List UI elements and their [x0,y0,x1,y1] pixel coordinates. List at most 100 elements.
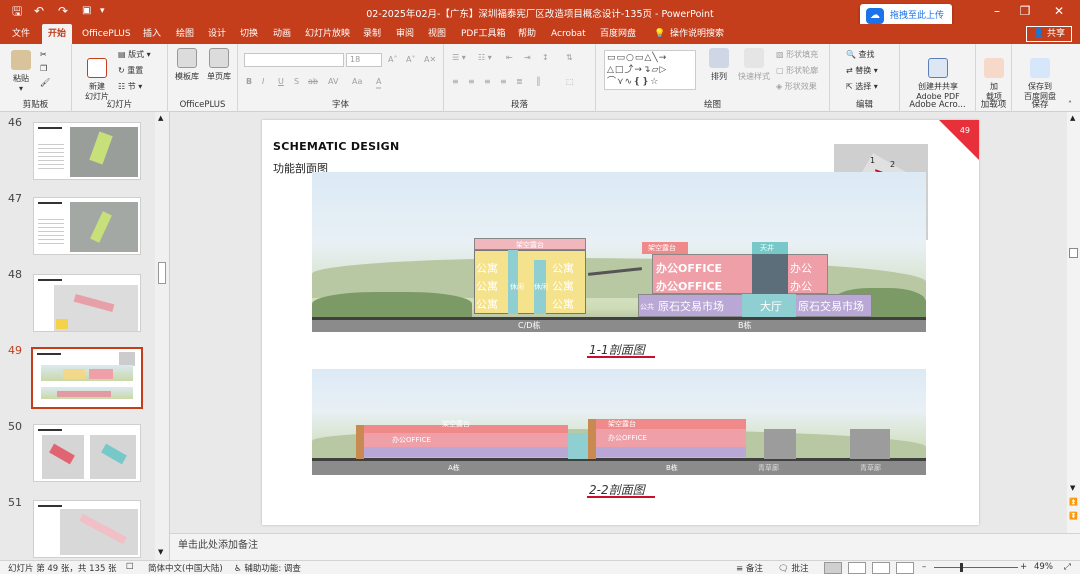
columns-icon[interactable]: ║ [536,77,541,87]
tab-help[interactable]: 帮助 [518,24,536,44]
cut-icon[interactable]: ✂ [40,50,47,60]
minimize-icon[interactable]: – [988,2,1006,20]
font-color-button[interactable]: A [376,77,382,89]
comments-button[interactable]: 🗨 批注 [778,562,809,574]
addins-button[interactable]: 加 载项 [980,48,1008,102]
indent-increase-icon[interactable]: ⇥ [524,53,531,63]
select-button[interactable]: ⇱ 选择 ▾ [846,82,878,92]
reading-view-button[interactable] [872,562,890,574]
tab-officeplus[interactable]: OfficePLUS [82,24,131,44]
clear-format-icon[interactable]: A✕ [424,55,436,65]
layout-button[interactable]: ▤ 版式 ▾ [118,50,151,60]
arrange-button[interactable]: 排列 [706,48,732,82]
reset-button[interactable]: ↻ 重置 [118,66,143,76]
font-name-dropdown[interactable] [244,53,344,67]
scrollbar-handle[interactable] [158,262,166,284]
slide-title[interactable]: SCHEMATIC DESIGN [273,140,400,153]
justify-icon[interactable]: ≡ [500,77,507,87]
font-size-dropdown[interactable]: 18 [346,53,382,67]
italic-button[interactable]: I [262,77,264,87]
shape-outline-button[interactable]: ▢ 形状轮廓 [776,66,818,76]
restore-icon[interactable]: ❐ [1016,2,1034,20]
strikethrough-button[interactable]: ab [308,77,318,87]
notes-button[interactable]: ≡ 备注 [736,562,763,574]
align-right-icon[interactable]: ≡ [484,77,491,87]
shadow-button[interactable]: S [294,77,299,87]
zoom-out-icon[interactable]: – [922,562,926,572]
bold-button[interactable]: B [246,77,252,87]
normal-view-button[interactable] [824,562,842,574]
zoom-slider-thumb[interactable] [960,563,963,572]
line-spacing-icon[interactable]: ↕ [542,53,549,63]
tab-draw[interactable]: 绘图 [176,24,194,44]
save-icon[interactable]: 🖫 [12,4,22,18]
share-button[interactable]: 👤 共享 [1026,26,1072,42]
zoom-in-icon[interactable]: + [1020,562,1027,572]
tab-slideshow[interactable]: 幻灯片放映 [305,24,350,44]
slide-thumbnail-50[interactable] [33,424,141,482]
tab-record[interactable]: 录制 [363,24,381,44]
create-share-pdf-button[interactable]: 创建并共享 Adobe PDF [906,48,970,102]
next-slide-icon[interactable]: ⏬ [1069,512,1078,520]
copy-icon[interactable]: ❐ [40,64,47,74]
numbering-icon[interactable]: ☷ ▾ [478,53,492,63]
template-library-button[interactable]: 模板库 [172,48,202,82]
current-slide[interactable]: SCHEMATIC DESIGN 功能剖面图 49 1 2 1 2 架空露台 公… [262,120,979,525]
tab-animations[interactable]: 动画 [273,24,291,44]
redo-icon[interactable]: ↷ [58,4,68,18]
quick-styles-button[interactable]: 快速样式 [736,48,772,82]
shape-fill-button[interactable]: ▧ 形状填充 [776,50,818,60]
indent-decrease-icon[interactable]: ⇤ [506,53,513,63]
tab-acrobat[interactable]: Acrobat [551,24,586,44]
zoom-slider[interactable] [934,563,1018,572]
shrink-font-icon[interactable]: A˅ [406,55,415,65]
align-center-icon[interactable]: ≡ [468,77,475,87]
tab-pdf-toolbox[interactable]: PDF工具箱 [461,24,506,44]
replace-button[interactable]: ⇄ 替换 ▾ [846,66,878,76]
spelling-icon[interactable]: ☐ [126,562,134,572]
undo-icon[interactable]: ↶ [34,4,44,18]
grow-font-icon[interactable]: A˄ [388,55,397,65]
slide-thumbnail-51[interactable] [33,500,141,558]
tab-baidu-pan[interactable]: 百度网盘 [600,24,636,44]
accessibility-status[interactable]: ♿ 辅助功能: 调查 [234,562,301,574]
start-from-beginning-icon[interactable]: ▣ [82,4,91,18]
scroll-up-icon[interactable]: ▲ [1070,114,1075,122]
slide-thumbnail-48[interactable] [33,274,141,332]
find-button[interactable]: 🔍 查找 [846,50,875,60]
zoom-level[interactable]: 49% [1034,562,1053,572]
slide-sorter-button[interactable] [848,562,866,574]
format-painter-icon[interactable]: 🖌 [40,78,50,88]
tab-insert[interactable]: 插入 [143,24,161,44]
tab-home[interactable]: 开始 [42,24,73,44]
slide-thumbnail-46[interactable] [33,122,141,180]
change-case-button[interactable]: Aa [352,77,362,87]
section-drawing-1-1[interactable]: 架空露台 公寓 公寓 公寓 公寓 公寓 公寓 休闲 休闲 架空露台 天井 办公O… [312,172,926,332]
text-direction-icon[interactable]: ⇅ [566,53,573,63]
tab-file[interactable]: 文件 [12,24,30,44]
tell-me-search[interactable]: 操作说明搜索 [670,24,724,44]
scroll-down-icon[interactable]: ▼ [158,548,163,556]
scroll-down-icon[interactable]: ▼ [1070,484,1075,492]
slide-thumbnail-49[interactable] [31,347,143,409]
tab-review[interactable]: 审阅 [396,24,414,44]
slideshow-button[interactable] [896,562,914,574]
language-status[interactable]: 简体中文(中国大陆) [148,562,223,574]
save-to-baidu-button[interactable]: 保存到 百度网盘 [1016,48,1064,102]
collapse-ribbon-icon[interactable]: ˄ [1068,100,1072,110]
distributed-icon[interactable]: ≣ [516,77,523,87]
single-page-library-button[interactable]: 单页库 [204,48,234,82]
paste-button[interactable]: 粘贴 ▾ [8,50,34,94]
shape-effects-button[interactable]: ◈ 形状效果 [776,82,817,92]
scroll-up-icon[interactable]: ▲ [158,114,163,122]
section-drawing-2-2[interactable]: 架空露台 架空露台 办公OFFICE 办公OFFICE A栋 B栋 青草廊 青草… [312,369,926,475]
slide-thumbnail-47[interactable] [33,197,141,255]
section-button[interactable]: ☷ 节 ▾ [118,82,142,92]
close-icon[interactable]: ✕ [1050,2,1068,20]
underline-button[interactable]: U [278,77,284,87]
tab-view[interactable]: 视图 [428,24,446,44]
fit-to-window-icon[interactable]: ⤢ [1064,562,1071,572]
align-left-icon[interactable]: ≡ [452,77,459,87]
notes-pane[interactable]: 单击此处添加备注 [170,533,1080,560]
scrollbar-handle[interactable] [1069,248,1078,258]
